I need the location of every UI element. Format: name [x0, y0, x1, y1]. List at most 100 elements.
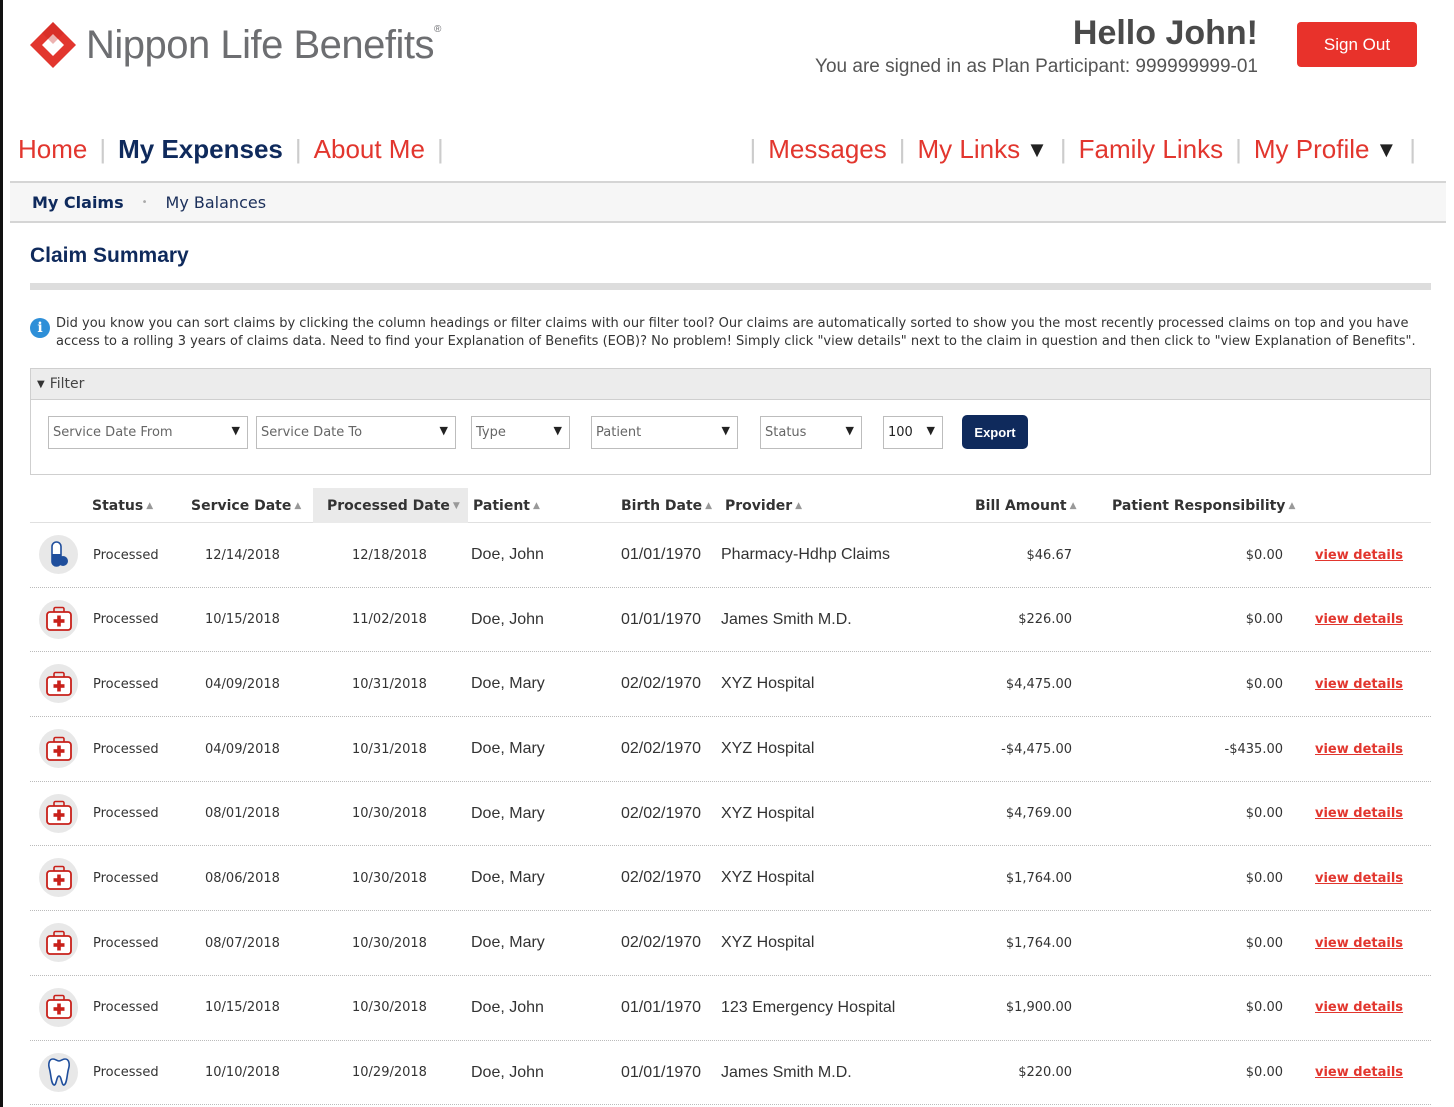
pharmacy-capsule-icon [39, 535, 78, 574]
sign-out-button[interactable]: Sign Out [1297, 22, 1417, 67]
dropdown-arrow-icon: ▼ [926, 424, 935, 437]
claim-processed-date: 10/30/2018 [352, 806, 427, 822]
view-details-link[interactable]: view details [1315, 652, 1403, 716]
nav-home[interactable]: Home [18, 134, 87, 165]
subnav-my-balances[interactable]: My Balances [166, 193, 267, 212]
table-row: Processed 08/01/2018 10/30/2018 Doe, Mar… [30, 782, 1431, 847]
nav-my-links[interactable]: My Links [918, 134, 1021, 165]
sort-arrow-icon: ▲ [795, 500, 803, 511]
claim-provider: XYZ Hospital [721, 740, 815, 758]
view-details-link[interactable]: view details [1315, 523, 1403, 587]
medical-kit-icon [39, 664, 78, 704]
type-select[interactable]: Type ▼ [471, 416, 570, 449]
claim-patient-responsibility: $0.00 [1245, 547, 1283, 563]
claim-provider: 123 Emergency Hospital [721, 998, 896, 1016]
chevron-down-icon[interactable]: ▼ [1375, 137, 1397, 163]
nav-my-expenses[interactable]: My Expenses [118, 134, 283, 165]
claim-service-date: 08/07/2018 [205, 935, 280, 951]
sort-arrow-icon: ▲ [1288, 500, 1296, 511]
claim-bill-amount: $226.00 [1018, 612, 1072, 628]
col-service-date[interactable]: Service Date ▲ [191, 488, 301, 523]
col-processed-date[interactable]: Processed Date ▼ [313, 488, 468, 523]
claim-birth-date: 02/02/1970 [621, 740, 702, 758]
dropdown-arrow-icon: ▼ [231, 424, 240, 437]
claim-birth-date: 01/01/1970 [621, 998, 702, 1016]
dropdown-arrow-icon: ▼ [845, 424, 854, 437]
col-patient[interactable]: Patient ▲ [473, 488, 540, 523]
filter-panel: ▼ Filter Service Date From ▼ Service Date… [30, 368, 1431, 475]
export-button[interactable]: Export [962, 415, 1028, 449]
table-row: Processed 10/15/2018 10/30/2018 Doe, Joh… [30, 976, 1431, 1041]
view-details-link[interactable]: view details [1315, 846, 1403, 910]
table-row: Processed 04/09/2018 10/31/2018 Doe, Mar… [30, 717, 1431, 782]
info-icon: i [30, 318, 50, 338]
service-date-to-select[interactable]: Service Date To ▼ [256, 416, 456, 449]
nav-messages[interactable]: Messages [768, 134, 887, 165]
subnav-my-claims[interactable]: My Claims [32, 193, 124, 212]
claim-patient: Doe, Mary [471, 934, 545, 952]
view-details-link[interactable]: view details [1315, 782, 1403, 846]
title-divider [30, 283, 1431, 290]
col-birth-date[interactable]: Birth Date ▲ [621, 488, 712, 523]
medical-kit-icon [39, 793, 78, 833]
claim-service-date: 10/15/2018 [205, 612, 280, 628]
medical-kit-icon [39, 599, 78, 639]
view-details-link[interactable]: view details [1315, 1041, 1403, 1105]
patient-select[interactable]: Patient ▼ [591, 416, 738, 449]
chevron-down-icon[interactable]: ▼ [1026, 137, 1048, 163]
claim-birth-date: 02/02/1970 [621, 934, 702, 952]
nippon-life-diamond-icon [30, 22, 76, 68]
claim-bill-amount: -$4,475.00 [1001, 741, 1072, 757]
claim-status: Processed [93, 741, 159, 757]
status-select[interactable]: Status ▼ [760, 416, 862, 449]
claims-table-body: Processed 12/14/2018 12/18/2018 Doe, Joh… [30, 523, 1431, 1106]
claim-status: Processed [93, 870, 159, 886]
nav-about-me[interactable]: About Me [314, 134, 425, 165]
claim-patient: Doe, John [471, 1063, 544, 1081]
claim-patient-responsibility: $0.00 [1245, 1000, 1283, 1016]
claim-status: Processed [93, 1000, 159, 1016]
claim-status: Processed [93, 547, 159, 563]
claim-patient: Doe, John [471, 610, 544, 628]
page-size-select[interactable]: 100 ▼ [883, 416, 943, 449]
claim-provider: XYZ Hospital [721, 675, 815, 693]
table-row: Processed 08/07/2018 10/30/2018 Doe, Mar… [30, 911, 1431, 976]
sort-arrow-icon: ▲ [1069, 500, 1077, 511]
claim-status: Processed [93, 676, 159, 692]
greeting: Hello John! [1072, 14, 1258, 52]
claim-birth-date: 02/02/1970 [621, 675, 702, 693]
claim-patient-responsibility: -$435.00 [1224, 741, 1283, 757]
claim-patient-responsibility: $0.00 [1245, 1065, 1283, 1080]
col-status[interactable]: Status ▲ [92, 488, 153, 523]
view-details-link[interactable]: view details [1315, 976, 1403, 1040]
claim-processed-date: 10/31/2018 [352, 741, 427, 757]
filter-toggle[interactable]: ▼ Filter [31, 369, 1430, 400]
claim-bill-amount: $4,475.00 [1005, 676, 1072, 692]
nav-my-profile[interactable]: My Profile [1254, 134, 1370, 165]
table-row: Processed 12/14/2018 12/18/2018 Doe, Joh… [30, 523, 1431, 588]
claim-service-date: 08/06/2018 [205, 870, 280, 886]
claim-patient-responsibility: $0.00 [1245, 935, 1283, 951]
sort-arrow-icon: ▼ [452, 500, 460, 511]
view-details-link[interactable]: view details [1315, 911, 1403, 975]
sort-arrow-icon: ▲ [705, 500, 713, 511]
col-patient-responsibility[interactable]: Patient Responsibility ▲ [1112, 488, 1295, 523]
view-details-link[interactable]: view details [1315, 588, 1403, 652]
nav-family-links[interactable]: Family Links [1079, 134, 1223, 165]
claim-service-date: 08/01/2018 [205, 806, 280, 822]
brand-logo[interactable]: Nippon Life Benefits® [30, 22, 441, 68]
claim-provider: XYZ Hospital [721, 869, 815, 887]
claim-patient: Doe, Mary [471, 869, 545, 887]
claim-birth-date: 01/01/1970 [621, 1063, 702, 1081]
view-details-link[interactable]: view details [1315, 717, 1403, 781]
col-provider[interactable]: Provider ▲ [725, 488, 802, 523]
medical-kit-icon [39, 858, 78, 898]
col-bill-amount[interactable]: Bill Amount ▲ [975, 488, 1077, 523]
claim-processed-date: 10/30/2018 [352, 935, 427, 951]
claim-birth-date: 02/02/1970 [621, 804, 702, 822]
service-date-from-select[interactable]: Service Date From ▼ [48, 416, 248, 449]
claim-service-date: 10/15/2018 [205, 1000, 280, 1016]
claim-bill-amount: $1,764.00 [1005, 935, 1072, 951]
claim-bill-amount: $220.00 [1018, 1065, 1072, 1080]
main-nav: Home | My Expenses | About Me | | Messag… [18, 134, 1416, 165]
